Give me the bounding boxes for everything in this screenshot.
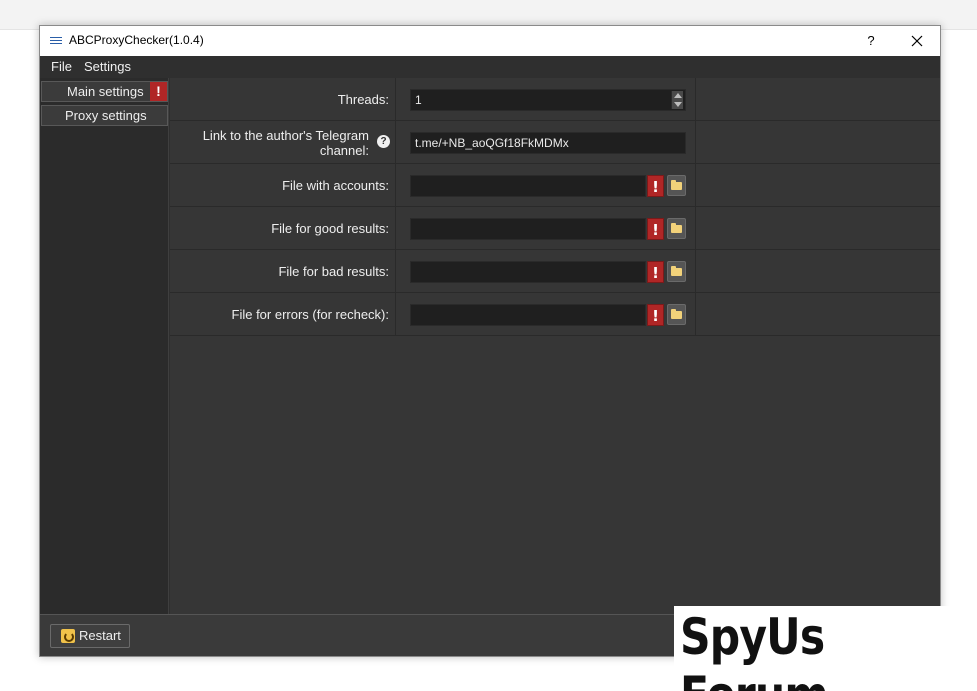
restart-icon (61, 629, 75, 643)
good-file-input[interactable] (410, 218, 646, 240)
accounts-file-label: File with accounts: (282, 178, 389, 193)
errors-file-input[interactable] (410, 304, 646, 326)
window-title: ABCProxyChecker(1.0.4) (69, 33, 204, 47)
telegram-row: Link to the author's Telegram channel: ?… (170, 121, 940, 164)
threads-spinbox[interactable]: 1 (410, 89, 686, 111)
bad-file-input[interactable] (410, 261, 646, 283)
folder-icon (671, 309, 682, 319)
settings-panel: Threads: 1 Link to the author's Telegram… (170, 78, 940, 614)
warning-icon: ! (647, 218, 664, 240)
sidebar-item-label: Main settings (67, 84, 144, 99)
app-window: ABCProxyChecker(1.0.4) ? File Settings M… (39, 25, 941, 657)
menu-file[interactable]: File (51, 59, 72, 74)
folder-icon (671, 223, 682, 233)
telegram-link-field[interactable]: t.me/+NB_aoQGf18FkMDMx (410, 132, 686, 154)
title-bar: ABCProxyChecker(1.0.4) ? (40, 26, 940, 56)
sidebar-item-main-settings[interactable]: Main settings ! (41, 81, 168, 102)
bad-file-label: File for bad results: (278, 264, 389, 279)
close-button[interactable] (894, 26, 940, 56)
telegram-label: Link to the author's Telegram channel: (203, 128, 369, 158)
spin-buttons[interactable] (671, 91, 683, 109)
spin-up-icon[interactable] (674, 93, 682, 98)
threads-value: 1 (415, 93, 422, 107)
app-icon (50, 36, 62, 44)
help-icon[interactable]: ? (377, 135, 390, 148)
sidebar-item-label: Proxy settings (65, 108, 147, 123)
menu-settings[interactable]: Settings (84, 59, 131, 74)
good-file-label: File for good results: (271, 221, 389, 236)
threads-label: Threads: (337, 92, 389, 107)
warning-icon: ! (647, 261, 664, 283)
sidebar: Main settings ! Proxy settings (40, 78, 169, 614)
errors-file-label: File for errors (for recheck): (231, 307, 389, 322)
folder-icon (671, 266, 682, 276)
browse-accounts-button[interactable] (667, 175, 686, 196)
browse-errors-button[interactable] (667, 304, 686, 325)
browse-bad-button[interactable] (667, 261, 686, 282)
sidebar-item-proxy-settings[interactable]: Proxy settings (41, 105, 168, 126)
folder-icon (671, 180, 682, 190)
warning-icon: ! (150, 82, 167, 101)
bad-file-row: File for bad results: ! (170, 250, 940, 293)
browse-good-button[interactable] (667, 218, 686, 239)
warning-icon: ! (647, 304, 664, 326)
telegram-label-line1: Link to the author's Telegram (202, 128, 369, 143)
menu-bar: File Settings (40, 56, 940, 78)
forum-watermark: SpyUs Forum (674, 606, 963, 691)
close-icon (911, 35, 923, 47)
accounts-file-input[interactable] (410, 175, 646, 197)
good-file-row: File for good results: ! (170, 207, 940, 250)
restart-label: Restart (79, 628, 121, 643)
threads-row: Threads: 1 (170, 78, 940, 121)
spin-down-icon[interactable] (674, 102, 682, 107)
warning-icon: ! (647, 175, 664, 197)
restart-button[interactable]: Restart (50, 624, 130, 648)
errors-file-row: File for errors (for recheck): ! (170, 293, 940, 336)
watermark-text: SpyUs Forum (680, 608, 829, 691)
accounts-file-row: File with accounts: ! (170, 164, 940, 207)
telegram-label-line2: channel: (319, 143, 369, 158)
help-button[interactable]: ? (848, 26, 894, 56)
